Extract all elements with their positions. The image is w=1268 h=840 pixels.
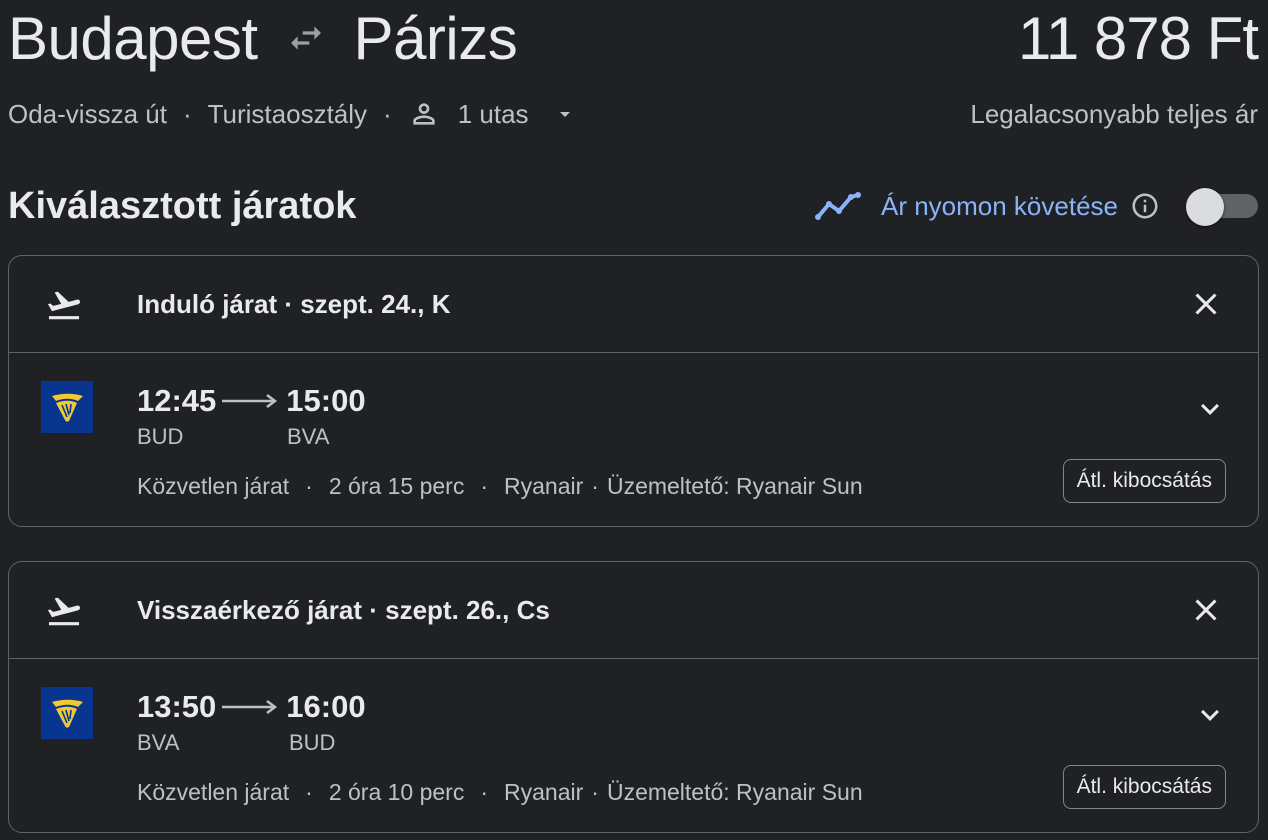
separator-dot: · (591, 472, 599, 499)
flight-row[interactable]: 13:50 16:00 BVA BUD Közvetlen járat · 2 … (9, 659, 1258, 832)
flight-times: 12:45 15:00 (137, 381, 366, 421)
route-title: Budapest Párizs (8, 2, 518, 74)
duration-info: 2 óra 15 perc (328, 472, 465, 499)
ryanair-logo (41, 381, 93, 433)
arrival-time: 16:00 (286, 689, 366, 724)
arrow-right-icon (222, 391, 280, 411)
arrow-right-icon (222, 697, 280, 717)
airline-name: Ryanair (504, 472, 584, 499)
price-tracking-toggle[interactable] (1186, 188, 1258, 226)
flight-takeoff-icon (43, 286, 85, 324)
card-title: Induló járat · szept. 24., K (137, 288, 451, 319)
operator-info: Üzemeltető: Ryanair Sun (606, 778, 863, 805)
swap-arrows-icon (282, 14, 330, 62)
return-flight-card: Visszaérkező járat · szept. 26., Cs 13:5… (8, 561, 1259, 833)
chevron-down-icon[interactable] (1192, 391, 1228, 427)
flight-land-icon (43, 592, 85, 630)
selected-flights-title: Kiválasztott járatok (8, 184, 357, 227)
departure-time: 13:50 (137, 689, 217, 724)
card-title: Visszaérkező járat · szept. 26., Cs (137, 594, 550, 625)
separator-dot: · (305, 778, 313, 805)
close-icon[interactable] (1188, 592, 1224, 628)
flight-times: 13:50 16:00 (137, 687, 366, 727)
origin-city: Budapest (8, 4, 258, 72)
ryanair-logo (41, 687, 93, 739)
stops-info: Közvetlen járat (137, 472, 290, 499)
arrival-time: 15:00 (286, 383, 366, 418)
price-note: Legalacsonyabb teljes ár (970, 98, 1258, 129)
arrival-airport: BVA (287, 424, 330, 449)
separator-dot: · (480, 778, 489, 805)
card-header: Induló járat · szept. 24., K (9, 256, 1258, 353)
track-prices-label: Ár nyomon követése (880, 190, 1118, 221)
departure-airport: BUD (137, 424, 184, 449)
duration-info: 2 óra 10 perc (328, 778, 465, 805)
cabin-class: Turistaosztály (207, 98, 368, 129)
trending-line-icon (814, 191, 861, 221)
operator-info: Üzemeltető: Ryanair Sun (606, 472, 863, 499)
flight-row[interactable]: 12:45 15:00 BUD BVA Közvetlen járat · 2 … (9, 353, 1258, 526)
separator-dot: · (182, 98, 192, 129)
flight-details: Közvetlen járat · 2 óra 15 perc · Ryanai… (137, 471, 863, 501)
trip-options: Oda-vissza út · Turistaosztály · 1 utas (8, 96, 577, 132)
trip-type: Oda-vissza út (8, 98, 167, 129)
arrival-airport: BUD (289, 730, 336, 755)
separator-dot: · (305, 472, 313, 499)
separator-dot: · (591, 778, 599, 805)
outbound-flight-card: Induló járat · szept. 24., K 12:45 15:00 (8, 255, 1259, 527)
info-icon[interactable] (1130, 191, 1160, 221)
emission-button[interactable]: Átl. kibocsátás (1062, 459, 1226, 503)
separator-dot: · (480, 472, 489, 499)
emission-button[interactable]: Átl. kibocsátás (1062, 765, 1226, 809)
toggle-knob (1186, 188, 1224, 226)
price-tracking: Ár nyomon követése (814, 182, 1258, 230)
close-icon[interactable] (1188, 286, 1224, 322)
flight-details: Közvetlen járat · 2 óra 10 perc · Ryanai… (137, 777, 863, 807)
flight-summary-page: Budapest Párizs 11 878 Ft Oda-vissza út … (0, 0, 1268, 840)
total-price: 11 878 Ft (1017, 4, 1259, 72)
destination-city: Párizs (353, 4, 518, 72)
departure-time: 12:45 (137, 383, 217, 418)
separator-dot: · (383, 98, 392, 129)
person-icon (408, 98, 440, 130)
card-header: Visszaérkező járat · szept. 26., Cs (9, 562, 1258, 659)
departure-airport: BVA (137, 730, 180, 755)
passenger-selector[interactable]: 1 utas (408, 98, 577, 130)
chevron-down-icon[interactable] (1192, 697, 1228, 733)
passenger-count: 1 utas (457, 98, 529, 129)
caret-down-icon (553, 102, 577, 126)
stops-info: Közvetlen járat (137, 778, 290, 805)
airline-name: Ryanair (504, 778, 584, 805)
